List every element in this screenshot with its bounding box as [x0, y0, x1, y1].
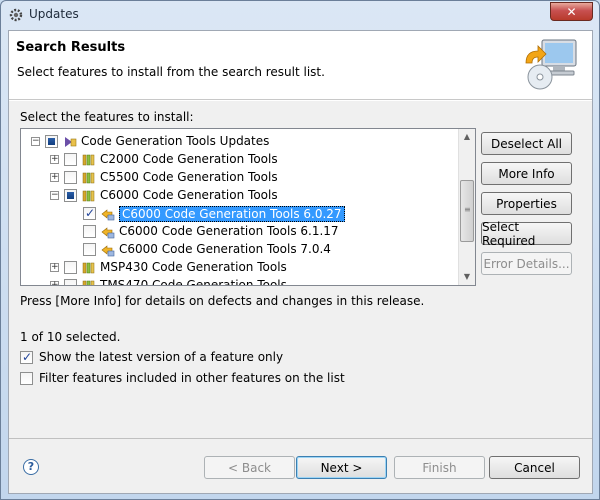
feature-category-icon [82, 172, 95, 184]
tree-item-checkbox[interactable] [83, 225, 96, 238]
feature-category-icon [82, 154, 95, 166]
filter-included-checkbox[interactable] [20, 371, 33, 385]
error-details-button[interactable]: Error Details... [481, 252, 572, 275]
tree-item-checkbox[interactable] [83, 206, 96, 220]
tree-item-checkbox[interactable] [45, 135, 58, 148]
close-button[interactable]: ✕ [550, 2, 593, 21]
tree-item[interactable]: C6000 Code Generation Tools 6.0.27 [21, 205, 457, 223]
tree-item-checkbox[interactable] [64, 261, 77, 274]
feature-category-icon [82, 190, 95, 202]
finish-button[interactable]: Finish [394, 456, 485, 479]
features-tree[interactable]: − Code Generation Tools Updates + C2000 Cod… [20, 128, 476, 286]
tree-item[interactable]: − Code Generation Tools Updates [21, 133, 457, 151]
feature-icon [101, 245, 115, 257]
scroll-up-icon[interactable]: ▲ [459, 129, 475, 145]
banner-separator [9, 100, 592, 101]
tree-item-label: MSP430 Code Generation Tools [100, 260, 287, 274]
filter-included-label: Filter features included in other featur… [39, 371, 345, 385]
tree-item-checkbox[interactable] [64, 279, 77, 285]
scrollbar-thumb[interactable]: ≡ [460, 180, 474, 242]
install-update-computer-icon [525, 39, 577, 90]
tree-item-label: C2000 Code Generation Tools [100, 152, 278, 166]
tree-item[interactable]: − C6000 Code Generation Tools [21, 187, 457, 205]
app-gear-icon [9, 8, 23, 22]
tree-item-label: C6000 Code Generation Tools 6.1.17 [119, 224, 339, 238]
banner-title: Search Results [16, 40, 126, 55]
expand-icon[interactable]: + [50, 281, 59, 285]
collapse-icon[interactable]: − [31, 137, 40, 146]
feature-category-icon [82, 280, 95, 285]
window-title: Updates [29, 7, 79, 21]
properties-button[interactable]: Properties [481, 192, 572, 215]
banner: Search Results Select features to instal… [9, 31, 592, 100]
tree-item[interactable]: + C5500 Code Generation Tools [21, 169, 457, 187]
tree-item-checkbox[interactable] [64, 171, 77, 184]
feature-icon [101, 209, 115, 221]
tree-item-checkbox[interactable] [64, 189, 77, 202]
footer-separator [9, 438, 592, 439]
show-latest-checkbox[interactable] [20, 350, 33, 364]
tree-item-checkbox[interactable] [64, 153, 77, 166]
tree-item[interactable]: C6000 Code Generation Tools 7.0.4 [21, 241, 457, 259]
help-icon[interactable]: ? [23, 459, 39, 475]
tree-item[interactable]: + TMS470 Code Generation Tools [21, 277, 457, 286]
close-icon: ✕ [566, 4, 577, 19]
more-info-hint: Press [More Info] for details on defects… [20, 294, 425, 308]
filter-included-option[interactable]: Filter features included in other featur… [20, 370, 345, 386]
tree-item-label: C6000 Code Generation Tools [100, 188, 278, 202]
expand-icon[interactable]: + [50, 263, 59, 272]
more-info-button[interactable]: More Info [481, 162, 572, 185]
tree-scrollbar[interactable]: ▲ ≡ ▼ [458, 129, 475, 285]
expand-icon[interactable]: + [50, 155, 59, 164]
show-latest-option[interactable]: Show the latest version of a feature onl… [20, 349, 283, 365]
back-button[interactable]: < Back [204, 456, 295, 479]
tree-item-label: C6000 Code Generation Tools 7.0.4 [119, 242, 331, 256]
features-label: Select the features to install: [20, 110, 194, 124]
feature-icon [101, 227, 115, 239]
title-bar[interactable]: Updates ✕ [1, 1, 599, 29]
select-required-button[interactable]: Select Required [481, 220, 572, 248]
updates-window: Updates ✕ Search Results Select features… [0, 0, 600, 500]
cancel-button[interactable]: Cancel [489, 456, 580, 479]
banner-description: Select features to install from the sear… [17, 65, 325, 79]
update-site-icon [65, 137, 77, 147]
collapse-icon[interactable]: − [50, 191, 59, 200]
deselect-all-button[interactable]: Deselect All [481, 132, 572, 155]
expand-icon[interactable]: + [50, 173, 59, 182]
tree-item[interactable]: + C2000 Code Generation Tools [21, 151, 457, 169]
tree-item[interactable]: + MSP430 Code Generation Tools [21, 259, 457, 277]
tree-item-label: C5500 Code Generation Tools [100, 170, 278, 184]
tree-item[interactable]: C6000 Code Generation Tools 6.1.17 [21, 223, 457, 241]
grip-icon: ≡ [464, 205, 471, 214]
selection-count: 1 of 10 selected. [20, 330, 121, 344]
tree-item-checkbox[interactable] [83, 243, 96, 256]
tree-item-label: Code Generation Tools Updates [81, 134, 270, 148]
tree-item-label: TMS470 Code Generation Tools [100, 278, 287, 286]
dialog-body: Search Results Select features to instal… [8, 30, 593, 494]
show-latest-label: Show the latest version of a feature onl… [39, 350, 284, 364]
scroll-down-icon[interactable]: ▼ [459, 269, 475, 285]
tree-item-label: C6000 Code Generation Tools 6.0.27 [119, 206, 345, 222]
feature-category-icon [82, 262, 95, 274]
next-button[interactable]: Next > [296, 456, 387, 479]
